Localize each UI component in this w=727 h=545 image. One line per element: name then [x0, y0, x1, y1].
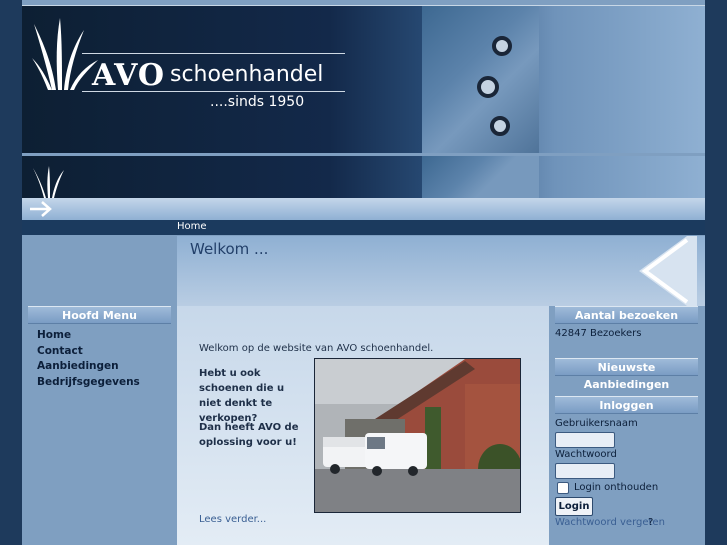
- read-more-link[interactable]: Lees verder...: [199, 514, 266, 525]
- arrow-bar: [22, 198, 705, 220]
- forgot-password-suffix: ?: [648, 517, 654, 528]
- brand-logo-text: AVO: [92, 58, 165, 93]
- header-banner-strip: [22, 156, 705, 198]
- offers-title[interactable]: Nieuwste Aanbiedingen: [555, 358, 698, 391]
- login-button[interactable]: Login: [555, 497, 593, 516]
- menu-item-aanbiedingen[interactable]: Aanbiedingen: [37, 360, 119, 372]
- username-input[interactable]: [555, 432, 615, 448]
- grass-logo-icon: [33, 166, 64, 198]
- promo-answer: Dan heeft AVO de oplossing voor u!: [199, 422, 299, 448]
- menu-item-contact[interactable]: Contact: [37, 345, 83, 357]
- promo-question: Hebt u ook schoenen die u niet denkt te …: [199, 368, 285, 424]
- shoe-laces-image: [422, 156, 539, 198]
- remember-login-label: Login onthouden: [574, 482, 659, 493]
- title-band: Welkom ...: [177, 236, 705, 306]
- shoe-laces-image: [422, 6, 539, 153]
- logo-rule-top: [82, 53, 345, 54]
- page-wrapper: AVO schoenhandel ....sinds 1950 Home Hoo…: [22, 0, 705, 545]
- header-banner: AVO schoenhandel ....sinds 1950: [22, 5, 705, 153]
- since-tagline: ....sinds 1950: [210, 94, 305, 110]
- password-input[interactable]: [555, 463, 615, 479]
- visits-title: Aantal bezoeken: [555, 306, 698, 324]
- main-content: Welkom op de website van AVO schoenhande…: [177, 306, 549, 545]
- welcome-text: Welkom op de website van AVO schoenhande…: [199, 343, 434, 354]
- menu-item-home[interactable]: Home: [37, 329, 71, 341]
- password-label: Wachtwoord: [555, 449, 617, 460]
- menu-item-bedrijfsgegevens[interactable]: Bedrijfsgegevens: [37, 376, 140, 388]
- main-menu: Home Contact Aanbiedingen Bedrijfsgegeve…: [37, 328, 140, 390]
- offers-box: Nieuwste Aanbiedingen: [549, 358, 705, 391]
- shop-name: schoenhandel: [170, 62, 324, 87]
- remember-login-checkbox[interactable]: [557, 482, 569, 494]
- left-column: Hoofd Menu Home Contact Aanbiedingen Bed…: [22, 236, 177, 545]
- page-title: Welkom ...: [190, 240, 269, 258]
- breadcrumb-home-link[interactable]: Home: [177, 221, 207, 232]
- login-title: Inloggen: [555, 396, 698, 414]
- login-box: Inloggen: [549, 396, 705, 414]
- username-label: Gebruikersnaam: [555, 418, 638, 429]
- main-menu-title: Hoofd Menu: [28, 306, 171, 324]
- visit-counter: 42847 Bezoekers: [555, 328, 642, 339]
- vans-photo: [314, 358, 521, 513]
- arrow-right-icon: [30, 201, 52, 217]
- breadcrumb-bar: Home: [22, 220, 705, 235]
- chevron-left-icon: [639, 236, 697, 306]
- right-column: Aantal bezoeken 42847 Bezoekers Nieuwste…: [549, 306, 705, 545]
- logo-rule-bottom: [82, 91, 345, 92]
